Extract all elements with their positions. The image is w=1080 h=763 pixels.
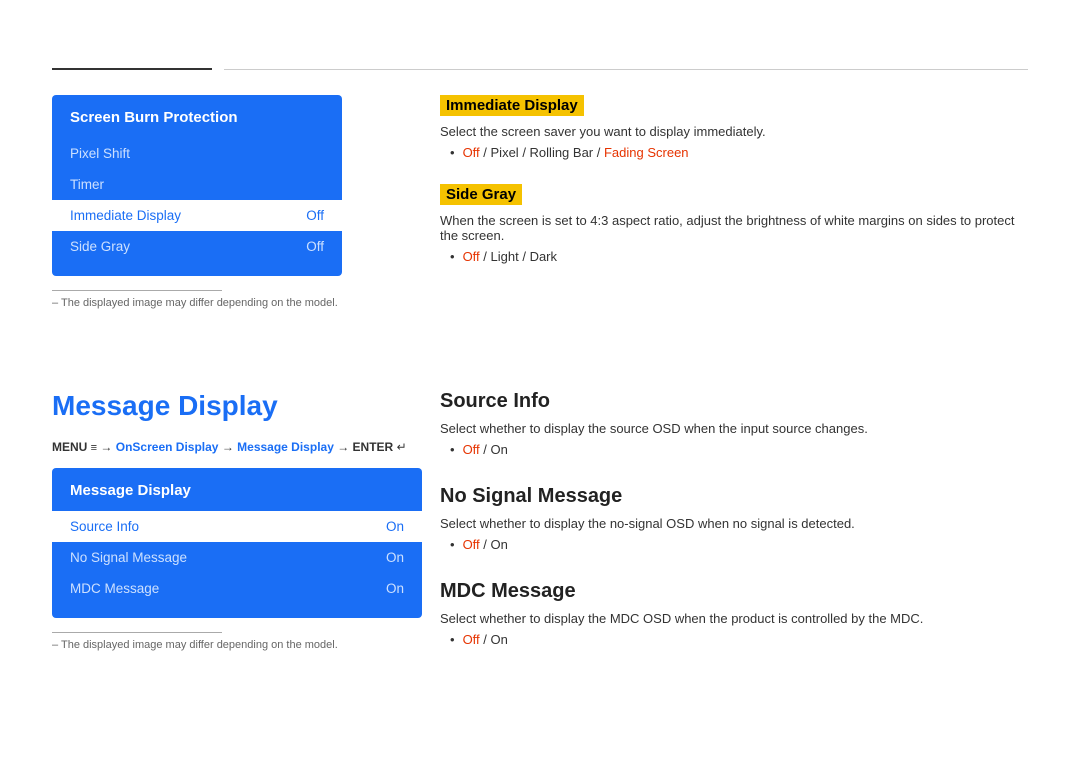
no-signal-off: Off bbox=[463, 537, 480, 552]
screen-burn-note: – The displayed image may differ dependi… bbox=[52, 297, 342, 309]
immediate-display-desc: Select the screen saver you want to disp… bbox=[440, 124, 1028, 139]
opt-sep1-1: / bbox=[480, 145, 491, 160]
arrow3: → bbox=[334, 440, 353, 454]
message-display-title: Message Display bbox=[52, 390, 422, 422]
menu-item-side-gray[interactable]: Side Gray Off bbox=[52, 231, 342, 262]
screen-burn-title: Screen Burn Protection bbox=[52, 109, 342, 138]
side-gray-label: Side Gray bbox=[70, 239, 130, 254]
immediate-display-label: Immediate Display bbox=[70, 208, 181, 223]
opt-light: Light bbox=[491, 249, 519, 264]
arrow2: → bbox=[218, 440, 237, 454]
no-signal-sep: / bbox=[480, 537, 491, 552]
opt-pixel: Pixel bbox=[491, 145, 519, 160]
no-signal-value: On bbox=[386, 550, 404, 565]
no-signal-label: No Signal Message bbox=[70, 550, 187, 565]
immediate-options-text: Off / Pixel / Rolling Bar / Fading Scree… bbox=[463, 145, 689, 160]
side-gray-section: Side Gray When the screen is set to 4:3 … bbox=[440, 184, 1028, 264]
source-info-section: Source Info Select whether to display th… bbox=[440, 390, 1028, 457]
source-sep: / bbox=[480, 442, 491, 457]
side-gray-options-text: Off / Light / Dark bbox=[463, 249, 557, 264]
source-info-desc: Select whether to display the source OSD… bbox=[440, 421, 1028, 436]
source-info-value: On bbox=[386, 519, 404, 534]
opt-fading: Fading Screen bbox=[604, 145, 689, 160]
opt-dark: Dark bbox=[530, 249, 557, 264]
enter-label: ENTER bbox=[353, 440, 397, 454]
dash-symbol: – bbox=[52, 297, 61, 309]
menu-item-immediate-display[interactable]: Immediate Display Off bbox=[52, 200, 342, 231]
divider-dark bbox=[52, 68, 212, 70]
mdc-message-desc: Select whether to display the MDC OSD wh… bbox=[440, 611, 1028, 626]
menu-item-mdc-message[interactable]: MDC Message On bbox=[52, 573, 422, 604]
no-signal-desc: Select whether to display the no-signal … bbox=[440, 516, 1028, 531]
immediate-display-heading: Immediate Display bbox=[440, 95, 584, 116]
screen-burn-panel: Screen Burn Protection Pixel Shift Timer… bbox=[52, 95, 342, 309]
message-display-menu: Message Display Source Info On No Signal… bbox=[52, 468, 422, 618]
bullet-dot-4: • bbox=[450, 537, 455, 552]
immediate-display-options: • Off / Pixel / Rolling Bar / Fading Scr… bbox=[450, 145, 1028, 160]
message-display-note: – The displayed image may differ dependi… bbox=[52, 639, 422, 651]
dash-symbol-2: – bbox=[52, 639, 61, 651]
no-signal-heading: No Signal Message bbox=[440, 485, 1028, 508]
source-off: Off bbox=[463, 442, 480, 457]
onscreen-link: OnScreen Display bbox=[116, 440, 219, 454]
divider-light bbox=[224, 69, 1028, 70]
right-descriptions-top: Immediate Display Select the screen save… bbox=[440, 95, 1028, 264]
side-gray-desc: When the screen is set to 4:3 aspect rat… bbox=[440, 213, 1028, 243]
message-display-panel: Message Display MENU ≡ → OnScreen Displa… bbox=[52, 390, 422, 651]
mdc-sep: / bbox=[480, 632, 491, 647]
opt-sep3-1: / bbox=[593, 145, 604, 160]
mdc-off: Off bbox=[463, 632, 480, 647]
source-info-options: • Off / On bbox=[450, 442, 1028, 457]
mdc-message-value: On bbox=[386, 581, 404, 596]
menu-item-timer[interactable]: Timer bbox=[52, 169, 342, 200]
note-divider-1 bbox=[52, 290, 222, 291]
message-display-menu-title: Message Display bbox=[52, 482, 422, 511]
immediate-display-value: Off bbox=[306, 208, 324, 223]
source-info-heading: Source Info bbox=[440, 390, 1028, 413]
screen-burn-menu: Screen Burn Protection Pixel Shift Timer… bbox=[52, 95, 342, 276]
opt-sep-sg2: / bbox=[519, 249, 530, 264]
no-signal-options: • Off / On bbox=[450, 537, 1028, 552]
opt-sep-sg1: / bbox=[480, 249, 491, 264]
pixel-shift-label: Pixel Shift bbox=[70, 146, 130, 161]
menu-path: MENU ≡ → OnScreen Display → Message Disp… bbox=[52, 440, 422, 454]
note-divider-2 bbox=[52, 632, 222, 633]
bullet-dot-3: • bbox=[450, 442, 455, 457]
source-on: On bbox=[491, 442, 508, 457]
side-gray-value: Off bbox=[306, 239, 324, 254]
source-info-label: Source Info bbox=[70, 519, 139, 534]
side-gray-options: • Off / Light / Dark bbox=[450, 249, 1028, 264]
menu-item-pixel-shift[interactable]: Pixel Shift bbox=[52, 138, 342, 169]
enter-icon: ↵ bbox=[397, 440, 407, 454]
menu-item-no-signal[interactable]: No Signal Message On bbox=[52, 542, 422, 573]
message-link: Message Display bbox=[237, 440, 334, 454]
top-divider bbox=[52, 68, 1028, 70]
bullet-dot-1: • bbox=[450, 145, 455, 160]
no-signal-on: On bbox=[491, 537, 508, 552]
source-info-options-text: Off / On bbox=[463, 442, 508, 457]
mdc-message-label: MDC Message bbox=[70, 581, 159, 596]
no-signal-options-text: Off / On bbox=[463, 537, 508, 552]
no-signal-section: No Signal Message Select whether to disp… bbox=[440, 485, 1028, 552]
opt-off-1: Off bbox=[463, 145, 480, 160]
bullet-dot-2: • bbox=[450, 249, 455, 264]
opt-off-2: Off bbox=[463, 249, 480, 264]
timer-label: Timer bbox=[70, 177, 104, 192]
mdc-options-text: Off / On bbox=[463, 632, 508, 647]
opt-rolling: Rolling Bar bbox=[530, 145, 594, 160]
mdc-on: On bbox=[491, 632, 508, 647]
side-gray-heading: Side Gray bbox=[440, 184, 522, 205]
menu-label: MENU bbox=[52, 440, 91, 454]
arrow1: → bbox=[97, 440, 116, 454]
immediate-display-section: Immediate Display Select the screen save… bbox=[440, 95, 1028, 160]
mdc-message-options: • Off / On bbox=[450, 632, 1028, 647]
mdc-message-heading: MDC Message bbox=[440, 580, 1028, 603]
bullet-dot-5: • bbox=[450, 632, 455, 647]
right-descriptions-bottom: Source Info Select whether to display th… bbox=[440, 390, 1028, 647]
mdc-message-section: MDC Message Select whether to display th… bbox=[440, 580, 1028, 647]
menu-item-source-info[interactable]: Source Info On bbox=[52, 511, 422, 542]
opt-sep2-1: / bbox=[519, 145, 530, 160]
